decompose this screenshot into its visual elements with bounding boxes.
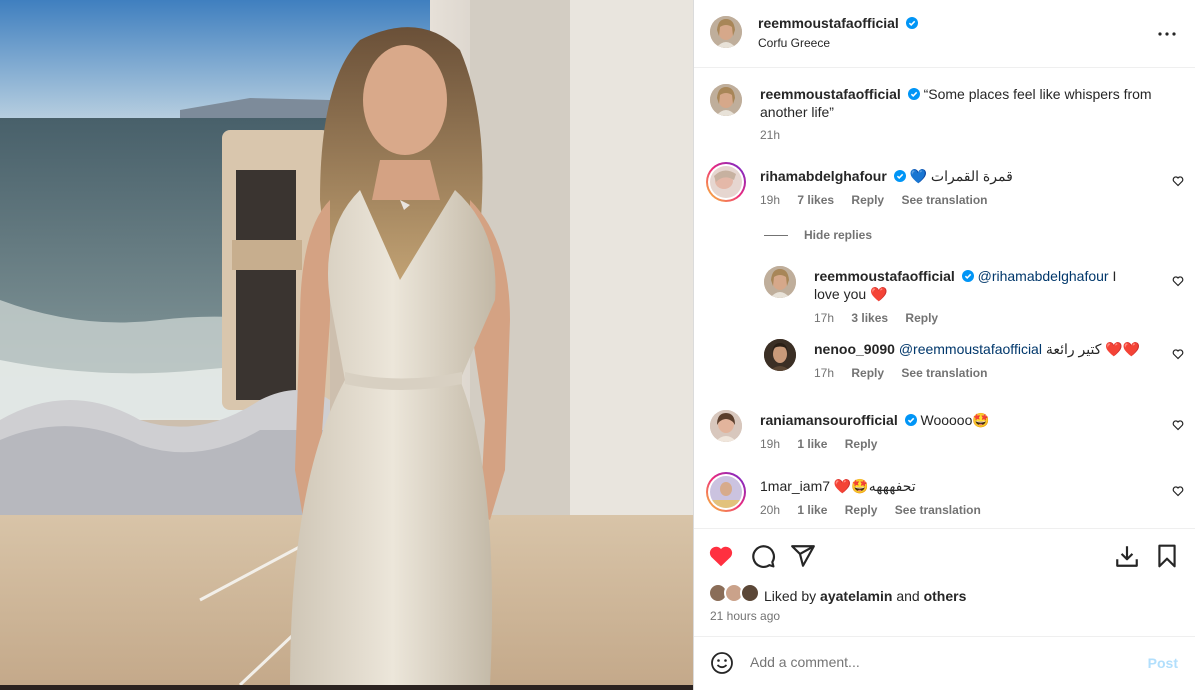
liker-username[interactable]: ayatelamin (820, 588, 892, 604)
reply-meta: 17h Reply See translation (814, 366, 1001, 380)
caption: reemmoustafaofficial “Some places feel l… (760, 85, 1160, 121)
comment: 1mar_iam7 ❤️🤩تحفهههه (760, 477, 1140, 495)
comment: raniamansourofficial Wooooo🤩 (760, 411, 1140, 429)
comment-likes[interactable]: 1 like (797, 503, 827, 517)
hide-replies-line (764, 235, 788, 236)
reply-time: 17h (814, 366, 835, 380)
post-location[interactable]: Corfu Greece (758, 36, 830, 50)
caption-author-avatar[interactable] (710, 84, 742, 116)
reply-mention[interactable]: @rihamabdelghafour (978, 268, 1109, 284)
commenter-avatar[interactable] (710, 410, 742, 442)
comment-time: 20h (760, 503, 781, 517)
likes-prefix: Liked by (764, 588, 817, 604)
reply-username[interactable]: reemmoustafaofficial (814, 268, 955, 284)
reply-author-avatar[interactable] (764, 266, 796, 298)
caption-username[interactable]: reemmoustafaofficial (760, 86, 901, 102)
post-time-ago[interactable]: 21 hours ago (710, 609, 780, 623)
more-options-icon[interactable] (1155, 22, 1179, 46)
see-translation-link[interactable]: See translation (901, 366, 987, 380)
comment-reply-button[interactable]: Reply (851, 193, 884, 207)
reply-emoji: ❤️ (870, 286, 888, 302)
verified-badge-icon (907, 88, 920, 100)
like-reply-heart-icon[interactable] (1172, 348, 1184, 360)
comment-time: 19h (760, 193, 781, 207)
comment-meta: 19h 1 like Reply (760, 437, 891, 451)
reply-emoji: ❤️❤️ (1105, 341, 1141, 357)
comment-meta: 20h 1 like Reply See translation (760, 503, 995, 517)
comment-icon[interactable] (750, 543, 776, 569)
comment-username[interactable]: 1mar_iam7 (760, 478, 830, 494)
comment-meta: 19h 7 likes Reply See translation (760, 193, 1001, 207)
likes-joiner: and (896, 588, 920, 604)
comment-username[interactable]: raniamansourofficial (760, 412, 898, 428)
like-comment-heart-icon[interactable] (1172, 485, 1184, 497)
comment: rihamabdelghafour 💙 قمرة القمرات (760, 167, 1140, 185)
liker-avatar[interactable] (740, 583, 760, 603)
post-photo-scene (0, 0, 693, 685)
reply-reply-button[interactable]: Reply (905, 311, 938, 325)
comment-username[interactable]: rihamabdelghafour (760, 168, 887, 184)
reply-likes[interactable]: 3 likes (851, 311, 888, 325)
post-comment-button[interactable]: Post (1148, 655, 1178, 671)
comment-reply-button[interactable]: Reply (845, 503, 878, 517)
comment-likes[interactable]: 1 like (797, 437, 827, 451)
verified-badge-icon (904, 414, 917, 426)
caption-meta: 21h (760, 128, 794, 142)
reply-mention[interactable]: @reemmoustafaofficial (899, 341, 1042, 357)
reply-time: 17h (814, 311, 835, 325)
comment-text: قمرة القمرات (930, 168, 1013, 184)
see-translation-link[interactable]: See translation (901, 193, 987, 207)
comment-reply-button[interactable]: Reply (845, 437, 878, 451)
verified-badge-icon (961, 270, 974, 282)
post-image[interactable] (0, 0, 693, 685)
reply-meta: 17h 3 likes Reply (814, 311, 952, 325)
reply-reply-button[interactable]: Reply (851, 366, 884, 380)
like-reply-heart-icon[interactable] (1172, 275, 1184, 287)
post-actions: Liked by ayatelamin and others 21 hours … (694, 528, 1195, 636)
likes-summary: Liked by ayatelamin and others (764, 588, 966, 604)
share-icon[interactable] (790, 543, 816, 569)
reply: nenoo_9090 @reemmoustafaofficial كتير را… (814, 340, 1144, 358)
comment-time: 19h (760, 437, 781, 451)
heart-icon[interactable] (708, 543, 734, 569)
comment-likes[interactable]: 7 likes (797, 193, 834, 207)
reply-author-avatar[interactable] (764, 339, 796, 371)
reply-text: كتير رائعة (1045, 341, 1102, 357)
post-header: reemmoustafaofficial Corfu Greece (694, 0, 1195, 68)
commenter-avatar[interactable] (706, 472, 746, 512)
like-comment-heart-icon[interactable] (1172, 419, 1184, 431)
reply: reemmoustafaofficial @rihamabdelghafour … (814, 267, 1144, 303)
verified-badge-icon (893, 170, 906, 182)
like-comment-heart-icon[interactable] (1172, 175, 1184, 187)
bookmark-icon[interactable] (1154, 543, 1180, 569)
comment-input[interactable] (750, 654, 1130, 670)
author-avatar[interactable] (710, 16, 742, 48)
author-username[interactable]: reemmoustafaofficial (758, 15, 899, 31)
download-icon[interactable] (1114, 543, 1140, 569)
reply-username[interactable]: nenoo_9090 (814, 341, 895, 357)
comment-text: ❤️🤩تحفهههه (833, 478, 916, 494)
emoji-icon[interactable] (710, 651, 734, 675)
hide-replies-button[interactable]: Hide replies (804, 228, 872, 242)
likes-others-link[interactable]: others (924, 588, 967, 604)
caption-time: 21h (760, 128, 781, 142)
comment-text: Wooooo🤩 (920, 412, 990, 428)
verified-badge-icon (905, 17, 918, 29)
see-translation-link[interactable]: See translation (895, 503, 981, 517)
commenter-avatar[interactable] (706, 162, 746, 202)
post-detail-panel: reemmoustafaofficial Corfu Greece reemmo… (693, 0, 1195, 690)
comment-bar: Post (694, 636, 1195, 690)
comment-emoji: 💙 (909, 168, 928, 184)
